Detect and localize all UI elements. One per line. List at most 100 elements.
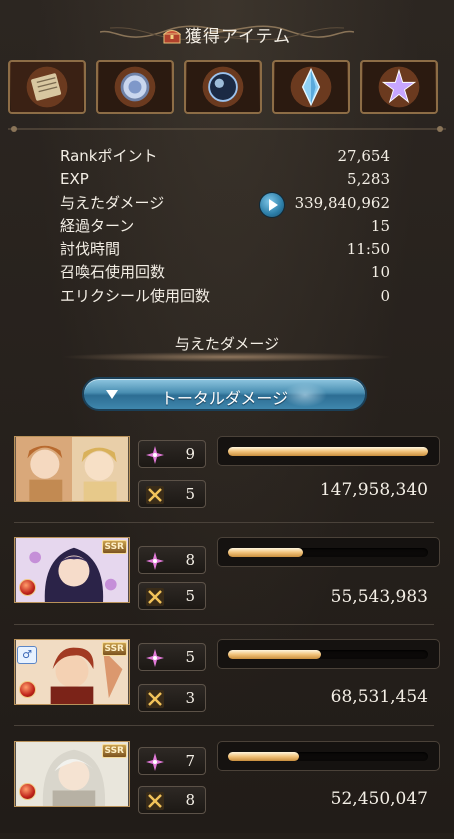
attack-count: 8: [185, 791, 195, 809]
stat-label: 討伐時間: [60, 240, 121, 259]
damage-bar-track: [228, 752, 428, 761]
stat-turns: 経過ターン 15: [60, 215, 392, 238]
crossed-swords-icon: [146, 792, 164, 810]
stat-value: 27,654: [337, 147, 391, 165]
stat-rank-points: Rankポイント 27,654: [60, 145, 392, 168]
row-separator: [14, 725, 434, 726]
attack-count-box: 8: [138, 786, 206, 814]
attack-count: 5: [185, 485, 195, 503]
attack-count-box: 5: [138, 480, 206, 508]
crossed-swords-icon: [146, 588, 164, 606]
ssr-badge: SSR: [101, 744, 127, 758]
dropdown-label: トータルダメージ: [160, 389, 289, 408]
fire-element-icon: [19, 681, 36, 698]
blue-crystal-item-icon: [274, 62, 348, 112]
stat-label: EXP: [60, 170, 89, 189]
damage-bar-fill: [228, 548, 303, 557]
stat-exp: EXP 5,283: [60, 168, 392, 191]
attack-count: 3: [185, 689, 195, 707]
stat-value: 0: [380, 286, 390, 305]
character-portrait: SSR: [14, 741, 130, 807]
damage-bar-fill: [228, 447, 428, 456]
damage-bar: [217, 436, 440, 466]
sparkle-icon: [146, 753, 164, 771]
stat-value: 339,840,962: [294, 193, 390, 212]
stat-value: 11:50: [346, 240, 390, 259]
ssr-badge: SSR: [101, 642, 127, 656]
battle-stats: Rankポイント 27,654 EXP 5,283 与えたダメージ 339,84…: [60, 145, 392, 308]
stat-value: 5,283: [347, 170, 390, 189]
character-row[interactable]: ♂ SSR 5 3 68,531,454: [0, 639, 454, 737]
skill-count-box: 8: [138, 546, 206, 574]
divider: [8, 126, 446, 132]
skill-count-box: 9: [138, 440, 206, 468]
treasure-chest-icon: [162, 30, 181, 44]
header: 獲得アイテム: [0, 0, 454, 55]
skill-count-box: 7: [138, 747, 206, 775]
character-portrait: ♂ SSR: [14, 639, 130, 705]
scroll-item-icon: [10, 62, 84, 112]
fire-element-icon: [19, 783, 36, 800]
damage-bar-track: [228, 447, 428, 456]
item-dark-orb[interactable]: [184, 60, 262, 114]
character-damage: 52,450,047: [330, 789, 428, 809]
crossed-swords-icon: [146, 486, 164, 504]
stat-time: 討伐時間 11:50: [60, 238, 392, 261]
item-silver-orb[interactable]: [96, 60, 174, 114]
stat-label: 召喚石使用回数: [60, 263, 166, 282]
ssr-badge: SSR: [101, 540, 127, 554]
sparkle-icon: [146, 552, 164, 570]
silver-orb-item-icon: [98, 62, 172, 112]
skill-count: 7: [185, 752, 195, 770]
fire-element-icon: [19, 579, 36, 596]
skill-count: 9: [185, 445, 195, 463]
damage-bar-fill: [228, 650, 321, 659]
character-damage: 147,958,340: [319, 480, 428, 500]
page-title: 獲得アイテム: [0, 22, 454, 47]
stat-summons: 召喚石使用回数 10: [60, 261, 392, 284]
male-symbol-icon: ♂: [17, 646, 37, 664]
damage-bar-fill: [228, 752, 299, 761]
damage-bar-track: [228, 548, 428, 557]
character-row[interactable]: 9 5 147,958,340: [0, 436, 454, 534]
item-blue-crystal[interactable]: [272, 60, 350, 114]
stat-label: 経過ターン: [60, 216, 135, 235]
stat-label: Rankポイント: [60, 147, 158, 165]
character-row[interactable]: SSR 8 5 55,543,983: [0, 537, 454, 635]
damage-section-title: 与えたダメージ: [174, 335, 280, 353]
character-portrait: SSR: [14, 537, 130, 603]
character-portrait-image: [15, 437, 129, 501]
character-damage: 55,543,983: [330, 587, 428, 607]
crossed-swords-icon: [146, 690, 164, 708]
damage-bar: [217, 639, 440, 669]
character-damage: 68,531,454: [330, 687, 428, 707]
attack-count: 5: [185, 587, 195, 605]
item-scroll[interactable]: [8, 60, 86, 114]
stat-value: 10: [370, 263, 390, 282]
row-separator: [14, 624, 434, 625]
page-title-text: 獲得アイテム: [184, 27, 292, 47]
attack-count-box: 3: [138, 684, 206, 712]
play-icon[interactable]: [260, 192, 284, 217]
total-damage-dropdown[interactable]: トータルダメージ: [82, 377, 367, 411]
damage-bar: [217, 537, 440, 567]
attack-count-box: 5: [138, 582, 206, 610]
skill-count: 5: [185, 648, 195, 666]
skill-count: 8: [185, 551, 195, 569]
item-star-gem[interactable]: [360, 60, 438, 114]
stat-elixir: エリクシール使用回数 0: [60, 285, 392, 308]
damage-bar: [217, 741, 440, 771]
skill-count-box: 5: [138, 643, 206, 671]
character-portrait: [14, 436, 130, 502]
star-gem-item-icon: [362, 62, 436, 112]
sparkle-icon: [146, 649, 164, 667]
row-separator: [14, 522, 434, 523]
character-row[interactable]: SSR 7 8 52,450,047: [0, 741, 454, 839]
stat-label: 与えたダメージ: [60, 193, 165, 212]
stat-damage: 与えたダメージ 339,840,962: [60, 192, 392, 217]
stat-value: 15: [370, 216, 390, 235]
dark-orb-item-icon: [186, 62, 260, 112]
sparkle-icon: [146, 446, 164, 464]
acquired-items: [8, 60, 448, 120]
battle-result-page: 獲得アイテム Rankポイント 27,654 EXP 5,283 与えたダメージ…: [0, 0, 454, 833]
